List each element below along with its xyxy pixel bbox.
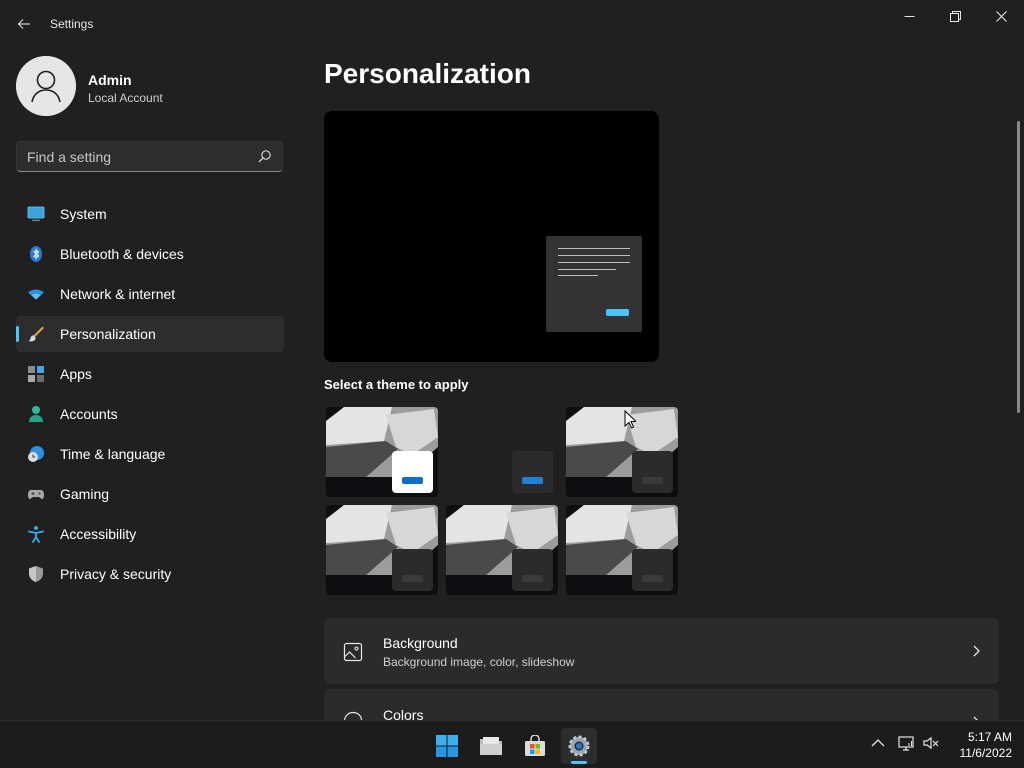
theme-thumbnail[interactable] (446, 505, 558, 595)
sidebar-item-system[interactable]: System (16, 196, 284, 232)
taskbar-settings[interactable] (561, 728, 597, 764)
sidebar-item-apps[interactable]: Apps (16, 356, 284, 392)
sidebar-item-label: Personalization (60, 326, 156, 342)
theme-grid (326, 407, 682, 597)
page-title: Personalization (324, 58, 531, 89)
chevron-up-icon[interactable] (869, 734, 887, 752)
theme-window-sample (512, 549, 553, 591)
taskbar-file-explorer[interactable] (473, 728, 509, 764)
brush-icon (28, 326, 44, 342)
sidebar-item-label: Apps (60, 366, 92, 382)
setting-subtitle: Background image, color, slideshow (383, 655, 575, 669)
sidebar-item-accounts[interactable]: Accounts (16, 396, 284, 432)
sidebar-item-label: Privacy & security (60, 566, 172, 582)
apps-icon (28, 366, 44, 382)
system-icon (27, 206, 45, 222)
sidebar-item-label: Accounts (60, 406, 118, 422)
theme-thumbnail[interactable] (326, 505, 438, 595)
sidebar-item-network-internet[interactable]: Network & internet (16, 276, 284, 312)
restore-button[interactable] (932, 0, 978, 32)
colors-setting-row[interactable]: Colors (324, 689, 999, 731)
start-button[interactable] (429, 728, 465, 764)
minimize-button[interactable] (886, 0, 932, 32)
preview-accent-button (606, 309, 629, 316)
bluetooth-icon (30, 246, 42, 262)
start-icon (436, 735, 458, 757)
search-box[interactable] (16, 141, 283, 172)
account-type: Local Account (88, 91, 163, 105)
title-bar: Settings (0, 0, 1024, 48)
theme-thumbnail[interactable] (566, 505, 678, 595)
system-clock[interactable]: 5:17 AM 11/6/2022 (946, 729, 1013, 761)
file-explorer-icon (480, 737, 502, 755)
clock-time: 5:17 AM (967, 730, 1012, 744)
mouse-cursor-icon (624, 410, 636, 429)
image-icon (343, 642, 363, 662)
theme-window-sample (392, 549, 433, 591)
back-arrow-icon (17, 19, 30, 29)
theme-window-sample (392, 451, 433, 493)
selection-indicator (16, 326, 19, 342)
theme-thumbnail-selected[interactable] (446, 407, 558, 497)
theme-preview (324, 111, 659, 362)
store-icon (525, 735, 545, 756)
sidebar-item-label: System (60, 206, 107, 222)
preview-line (558, 255, 630, 256)
sidebar-item-label: Time & language (60, 446, 166, 462)
sidebar-item-personalization[interactable]: Personalization (16, 316, 284, 352)
background-setting-row[interactable]: Background Background image, color, slid… (324, 618, 999, 684)
clock-globe-icon (28, 446, 44, 462)
user-name: Admin (88, 72, 132, 88)
wifi-icon (28, 289, 44, 300)
clock-date: 11/6/2022 (959, 746, 1013, 760)
scrollbar-thumb[interactable] (1017, 121, 1020, 413)
preview-line (558, 275, 598, 276)
theme-thumbnail[interactable] (326, 407, 438, 497)
preview-line (558, 262, 630, 263)
sidebar-nav: System Bluetooth & devices Network & int… (16, 196, 284, 596)
settings-icon (568, 735, 590, 757)
chevron-right-icon (973, 645, 980, 657)
setting-title: Background (383, 635, 458, 651)
gamepad-icon (28, 490, 44, 499)
network-icon[interactable] (897, 734, 915, 752)
sidebar-item-label: Bluetooth & devices (60, 246, 184, 262)
user-avatar-icon (16, 56, 76, 116)
theme-window-sample (632, 549, 673, 591)
sidebar-item-bluetooth-devices[interactable]: Bluetooth & devices (16, 236, 284, 272)
app-title: Settings (50, 17, 94, 31)
sidebar-item-accessibility[interactable]: Accessibility (16, 516, 284, 552)
close-icon (995, 10, 1007, 22)
avatar (16, 56, 76, 116)
sidebar-item-label: Accessibility (60, 526, 137, 542)
sidebar-item-label: Gaming (60, 486, 110, 502)
close-button[interactable] (978, 0, 1024, 32)
shield-icon (29, 566, 43, 582)
accessibility-icon (28, 526, 44, 543)
taskbar: 5:17 AM 11/6/2022 (0, 720, 1024, 768)
search-input[interactable] (27, 148, 247, 166)
volume-muted-icon[interactable] (922, 734, 940, 752)
minimize-icon (904, 15, 914, 17)
sidebar-item-privacy-security[interactable]: Privacy & security (16, 556, 284, 592)
preview-window (546, 236, 642, 332)
theme-window-sample (632, 451, 673, 493)
restore-icon (949, 10, 961, 22)
search-icon[interactable] (257, 149, 272, 164)
preview-line (558, 269, 616, 270)
taskbar-store[interactable] (517, 728, 553, 764)
theme-window-sample (512, 451, 553, 493)
preview-line (558, 248, 630, 249)
themes-section-label: Select a theme to apply (324, 377, 469, 392)
sidebar-item-label: Network & internet (60, 286, 176, 302)
sidebar-item-time-language[interactable]: Time & language (16, 436, 284, 472)
back-button[interactable] (10, 12, 38, 36)
person-icon (29, 406, 43, 422)
sidebar-item-gaming[interactable]: Gaming (16, 476, 284, 512)
active-app-indicator (571, 761, 587, 764)
user-profile[interactable]: Admin Local Account (16, 56, 286, 118)
theme-thumbnail[interactable] (566, 407, 678, 497)
